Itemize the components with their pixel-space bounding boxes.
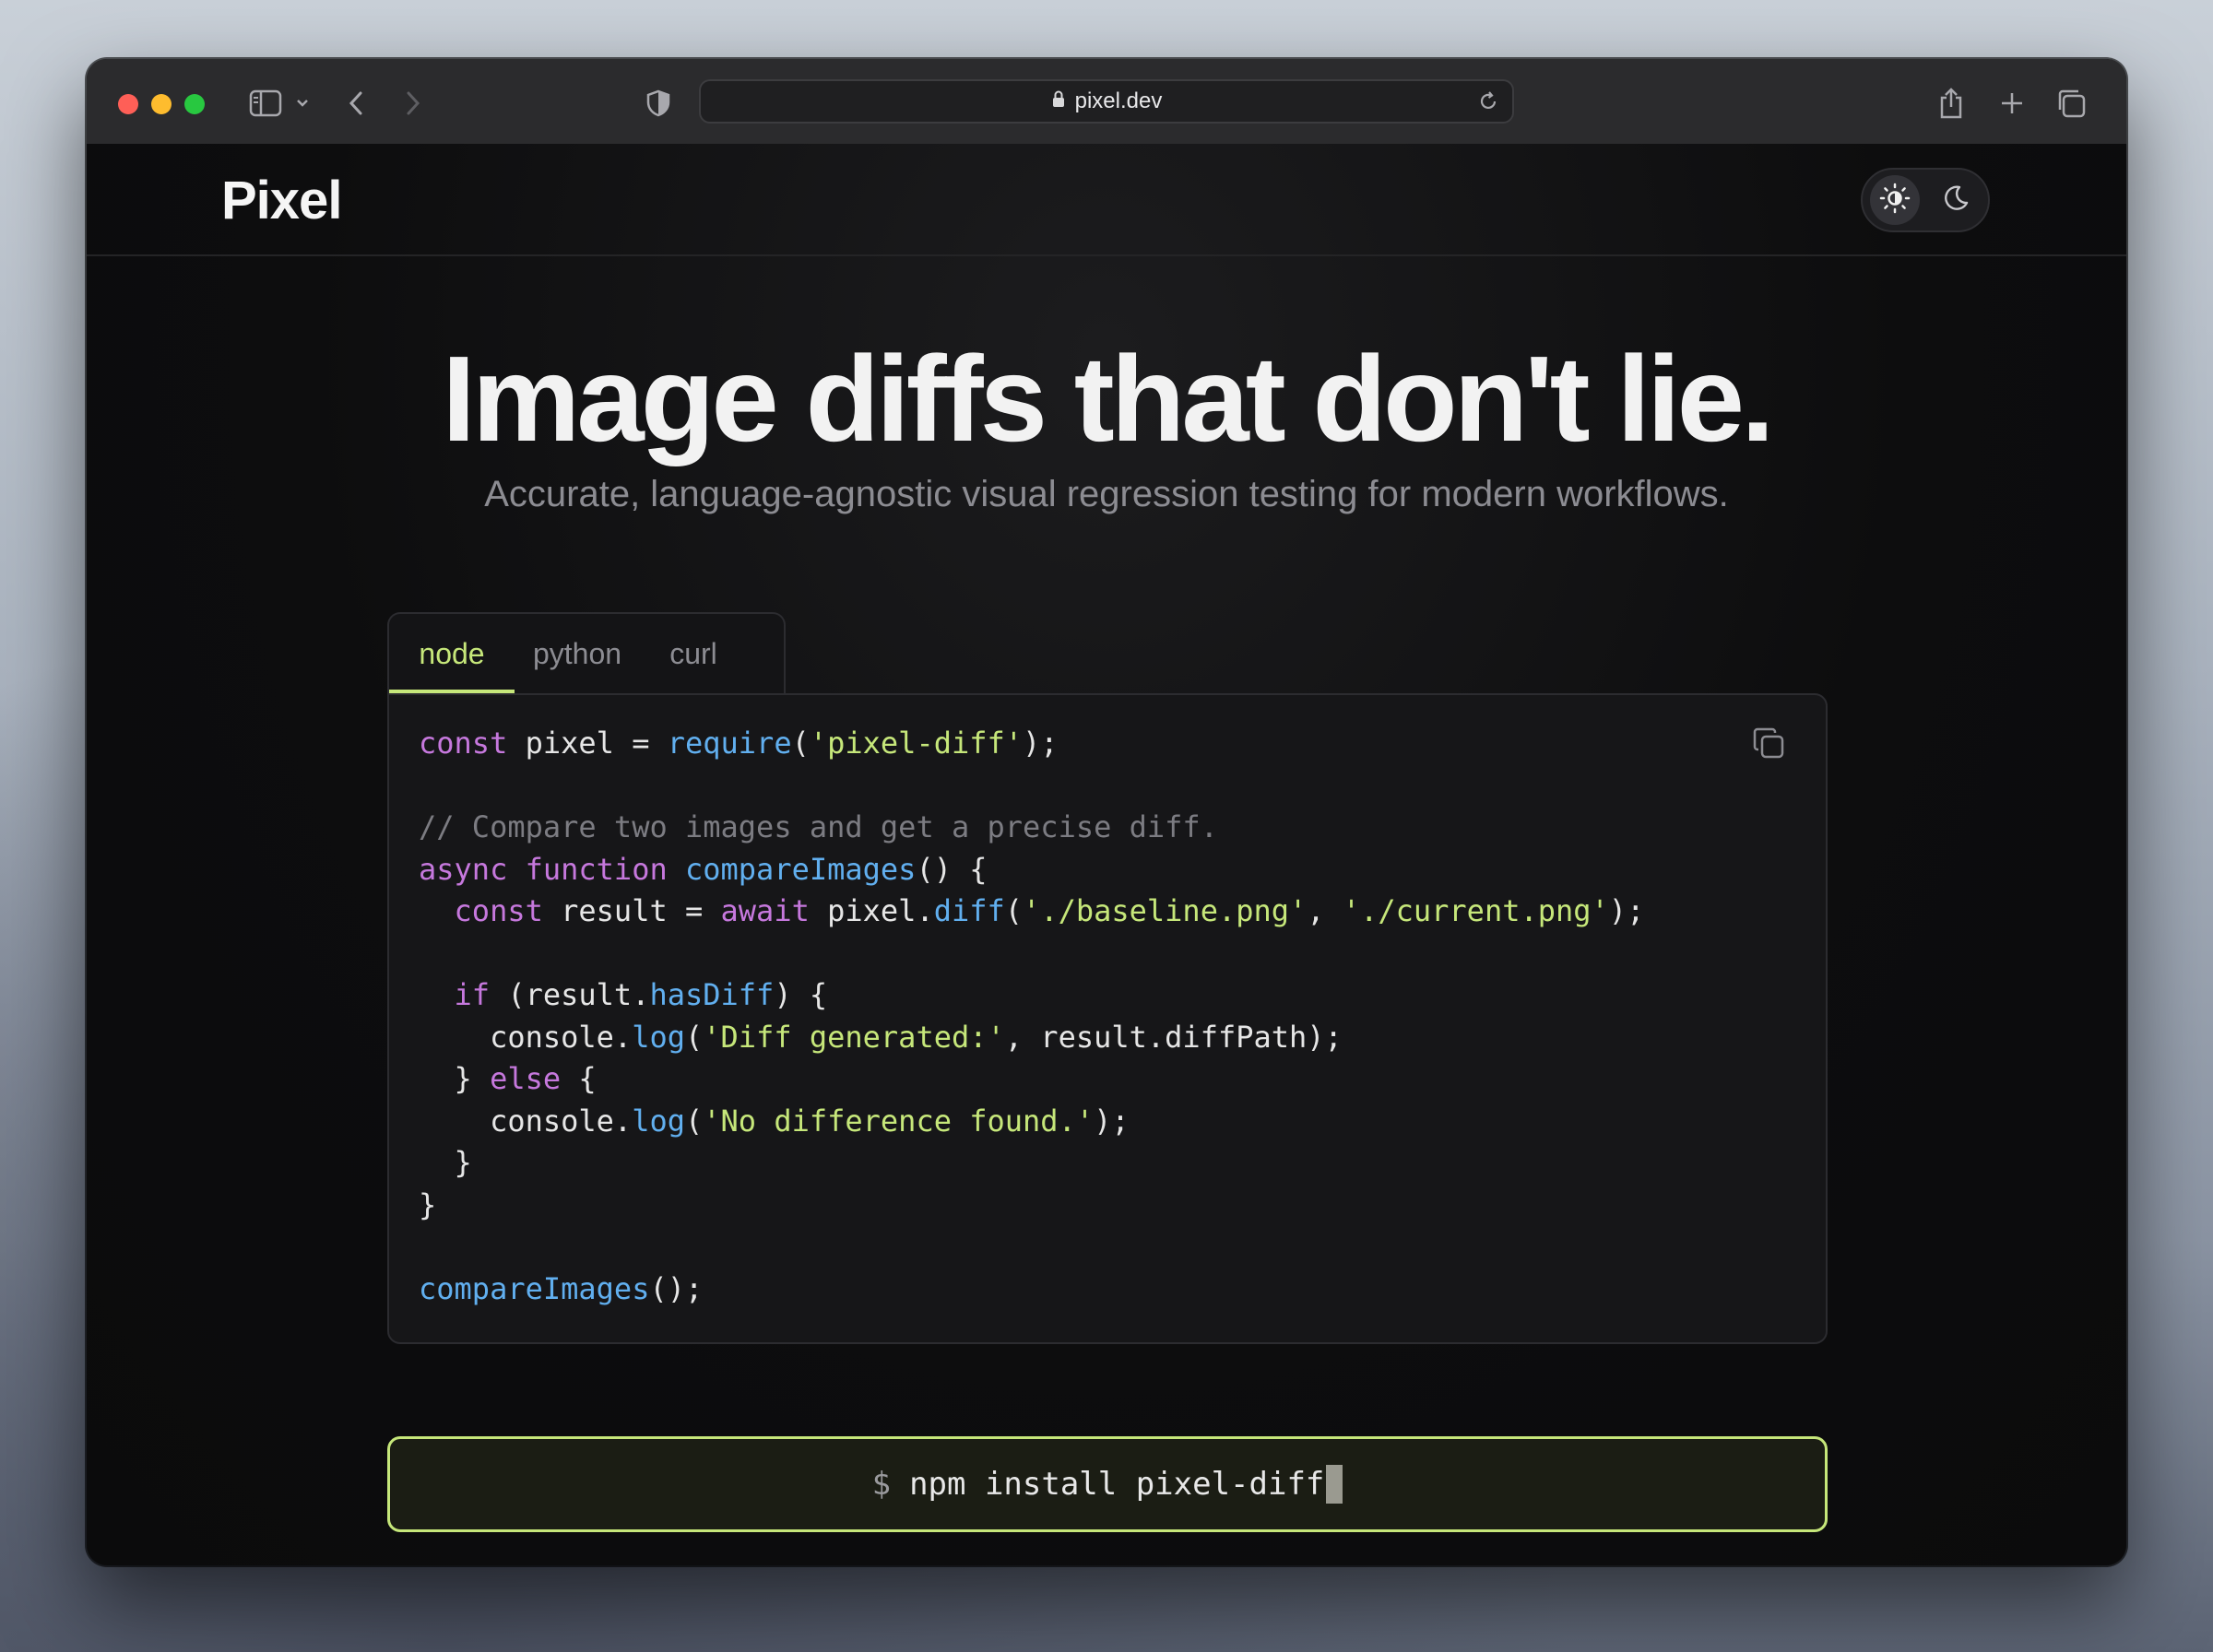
light-mode-button[interactable] <box>1870 175 1920 225</box>
url-text: pixel.dev <box>1074 88 1163 113</box>
text-cursor <box>1326 1465 1343 1504</box>
code-line: const pixel = require('pixel-diff'); <box>419 726 1059 761</box>
page-content: Pixel Image diffs that don't lie. Accura… <box>87 144 2126 1565</box>
tab-node[interactable]: node <box>389 614 515 693</box>
minimize-window-button[interactable] <box>151 94 172 114</box>
code-line: console.log('No difference found.'); <box>419 1103 1130 1139</box>
dark-mode-button[interactable] <box>1931 175 1981 225</box>
shell-prompt: $ <box>871 1466 892 1503</box>
tab-curl[interactable]: curl <box>640 614 747 693</box>
language-tabs: node python curl <box>387 612 786 695</box>
address-bar[interactable]: pixel.dev <box>699 79 1514 124</box>
code-line: if (result.hasDiff) { <box>454 977 828 1012</box>
chevron-down-icon[interactable] <box>291 81 314 125</box>
hero-title: Image diffs that don't lie. <box>442 331 1774 466</box>
browser-window: pixel.dev Pixel Image diffs that don't l… <box>87 59 2126 1565</box>
share-icon[interactable] <box>1931 81 1971 125</box>
code-block: const pixel = require('pixel-diff'); // … <box>419 723 1644 1310</box>
close-window-button[interactable] <box>118 94 138 114</box>
back-arrow-icon[interactable] <box>337 81 374 125</box>
code-line: } else { <box>419 1061 597 1096</box>
tabs-overview-icon[interactable] <box>2051 81 2091 125</box>
copy-icon[interactable] <box>1750 725 1791 765</box>
reload-icon[interactable] <box>1477 90 1499 117</box>
site-header: Pixel <box>87 144 2126 256</box>
sidebar-icon[interactable] <box>243 81 288 125</box>
code-line: const result = await pixel.diff('./basel… <box>454 893 1645 928</box>
zoom-window-button[interactable] <box>184 94 205 114</box>
moon-icon <box>1941 183 1970 218</box>
code-line: } <box>419 1145 472 1180</box>
theme-toggle[interactable] <box>1861 168 1990 232</box>
tab-python[interactable]: python <box>515 614 640 693</box>
site-logo[interactable]: Pixel <box>221 170 342 231</box>
install-command[interactable]: $ npm install pixel-diff <box>387 1436 1828 1532</box>
code-line: // Compare two images and get a precise … <box>419 809 1218 844</box>
lock-icon <box>1051 88 1066 114</box>
shield-icon[interactable] <box>640 81 677 125</box>
install-command-text: npm install pixel-diff <box>909 1466 1325 1503</box>
code-line: console.log('Diff generated:', result.di… <box>419 1019 1343 1055</box>
code-panel: const pixel = require('pixel-diff'); // … <box>387 693 1828 1344</box>
sun-icon <box>1879 183 1911 218</box>
hero-subtitle: Accurate, language-agnostic visual regre… <box>484 474 1729 514</box>
forward-arrow-icon[interactable] <box>395 81 432 125</box>
plus-icon[interactable] <box>1992 81 2032 125</box>
code-line: } <box>419 1186 437 1222</box>
code-line: async function compareImages() { <box>419 851 988 887</box>
browser-toolbar: pixel.dev <box>87 59 2126 146</box>
code-line: compareImages(); <box>419 1270 704 1306</box>
